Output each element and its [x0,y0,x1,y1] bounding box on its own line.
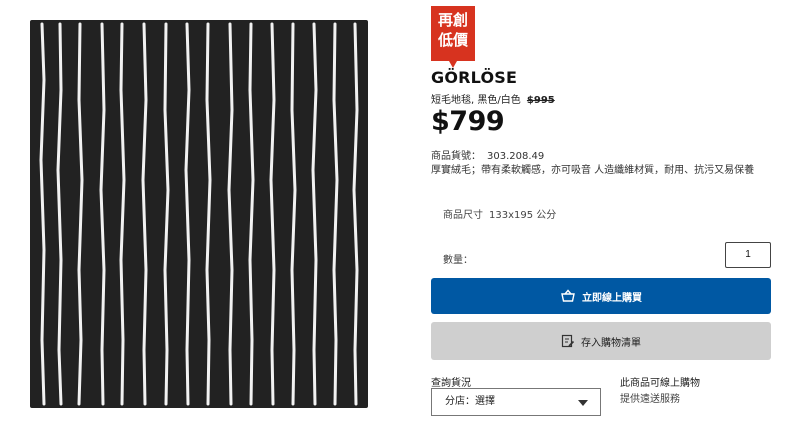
quantity-label: 數量： [443,255,473,266]
product-description-line: 短毛地毯, 黑色/白色 $995 [431,91,555,106]
chevron-down-icon [578,400,588,406]
product-image-area [0,0,400,427]
badge-line-2: 低價 [437,31,468,49]
product-price: $799 [431,106,505,137]
buy-online-button[interactable]: 立即線上購買 [431,278,771,314]
quantity-input[interactable]: 1 [725,242,771,268]
store-select[interactable]: 分店：選擇 [431,388,601,416]
badge-line-1: 再創 [437,11,468,29]
stock-check-label: 查詢貨況 [431,378,471,389]
product-size-row: 商品尺寸 133x195 公分 [443,206,556,221]
product-summary: 厚實絨毛；帶有柔軟觸感，亦可吸音 人造纖維材質，耐用、抗污又易保養 [431,165,755,176]
online-availability-title: 此商品可線上購物 [620,378,700,389]
old-price: $995 [526,95,555,106]
add-to-list-label: 存入購物清單 [581,337,641,349]
product-name: GÖRLÖSE [431,68,518,87]
size-label: 商品尺寸 [443,210,483,221]
lower-price-badge: 再創 低價 [431,6,475,68]
add-to-list-button[interactable]: 存入購物清單 [431,322,771,360]
shopping-bag-icon [561,289,575,302]
product-description: 短毛地毯, 黑色/白色 [431,95,521,106]
product-image-rug[interactable] [30,20,368,408]
list-edit-icon [561,334,575,348]
rug-stripes [39,22,359,406]
article-number-row: 商品貨號： 303.208.49 [431,147,544,162]
size-value: 133x195 公分 [489,210,557,221]
delivery-info: 提供遠送服務 [620,394,680,405]
article-number: 303.208.49 [487,151,545,162]
store-select-value: 分店：選擇 [445,396,495,407]
buy-online-label: 立即線上購買 [582,292,642,304]
article-number-label: 商品貨號： [431,151,481,162]
